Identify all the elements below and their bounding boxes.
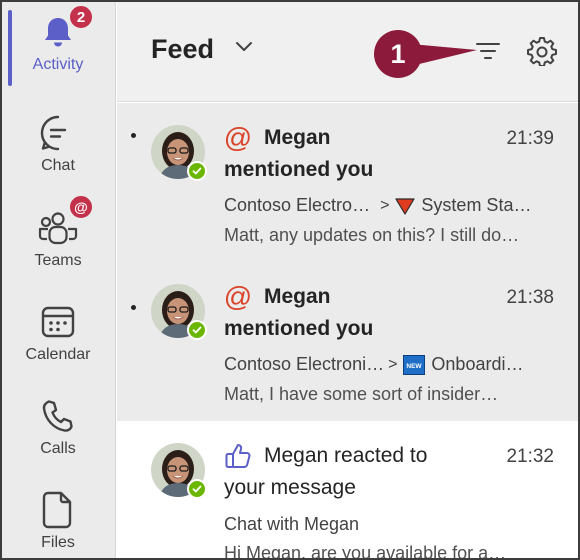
thumbs-up-icon — [223, 441, 253, 471]
breadcrumb-separator: > — [388, 355, 398, 373]
chat-icon — [36, 111, 80, 155]
phone-icon — [36, 394, 80, 438]
gear-icon — [527, 37, 557, 66]
feed-item[interactable]: @ Megan mentioned you 21:38 Contoso Elec… — [117, 262, 578, 421]
notification-actor: Megan — [264, 126, 331, 149]
message-preview: Matt, any updates on this? I still do… — [224, 225, 520, 245]
calendar-icon — [36, 300, 80, 344]
breadcrumb-separator: > — [380, 196, 390, 214]
presence-available-icon — [187, 161, 207, 181]
feed-item[interactable]: @ Megan mentioned you 21:39 Contoso Elec… — [117, 103, 578, 262]
rail-label-calendar: Calendar — [25, 346, 91, 363]
teams-window: 2 Activity Chat @ Teams Calendar Calls F… — [0, 0, 580, 560]
chevron-down-icon[interactable] — [235, 40, 253, 58]
team-name: Contoso Electroni… — [224, 354, 385, 374]
rail-label-activity: Activity — [32, 56, 84, 73]
chat-name: Chat with Megan — [224, 514, 360, 534]
red-triangle-icon — [395, 197, 416, 215]
filter-icon — [476, 43, 500, 59]
new-badge-icon: NEW — [403, 354, 426, 375]
filter-button[interactable] — [473, 36, 503, 66]
feed-title[interactable]: Feed — [151, 34, 214, 65]
notification-action: mentioned you — [224, 158, 374, 181]
rail-item-calls[interactable]: Calls — [2, 386, 114, 478]
mention-icon: @ — [223, 122, 253, 153]
team-name: Contoso Electro… — [224, 195, 371, 215]
rail-label-files: Files — [41, 534, 75, 551]
rail-label-teams: Teams — [34, 252, 82, 269]
notification-action: your message — [224, 476, 356, 499]
mention-icon: @ — [223, 281, 253, 312]
message-preview: Matt, I have some sort of insider… — [224, 384, 499, 404]
notification-location: Contoso Electroni… > NEW Onboardi… — [224, 354, 559, 375]
unread-dot — [131, 133, 136, 138]
step-callout: 1 — [374, 30, 422, 78]
notification-time: 21:38 — [506, 287, 554, 308]
notification-actor: Megan reacted to — [264, 444, 428, 467]
notification-time: 21:39 — [506, 128, 554, 149]
notification-time: 21:32 — [506, 446, 554, 467]
notification-actor: Megan — [264, 285, 331, 308]
presence-available-icon — [187, 320, 207, 340]
new-badge-text: NEW — [407, 363, 423, 370]
rail-item-calendar[interactable]: Calendar — [2, 292, 114, 384]
feed-item[interactable]: Megan reacted to your message 21:32 Chat… — [117, 421, 578, 560]
teams-icon: @ — [36, 194, 94, 250]
message-preview: Hi Megan, are you available for a… — [224, 543, 507, 560]
rail-label-chat: Chat — [41, 157, 75, 174]
notification-action: mentioned you — [224, 317, 374, 340]
notification-location: Chat with Megan — [224, 514, 559, 535]
rail-label-calls: Calls — [40, 440, 76, 457]
settings-button[interactable] — [525, 34, 559, 68]
channel-name: System Sta… — [421, 195, 532, 215]
active-indicator — [8, 10, 12, 86]
rail-item-files[interactable]: Files — [2, 480, 114, 558]
bell-icon: 2 — [36, 4, 94, 54]
channel-name: Onboardi… — [431, 354, 524, 374]
teams-mention-badge: @ — [68, 194, 94, 220]
feed-header: Feed 1 — [117, 2, 578, 102]
presence-available-icon — [187, 479, 207, 499]
rail-item-activity[interactable]: 2 Activity — [2, 2, 114, 94]
activity-badge: 2 — [68, 4, 94, 30]
unread-dot — [131, 305, 136, 310]
rail-item-chat[interactable]: Chat — [2, 103, 114, 195]
rail-item-teams[interactable]: @ Teams — [2, 194, 114, 290]
app-rail: 2 Activity Chat @ Teams Calendar Calls F… — [2, 2, 116, 558]
file-icon — [36, 488, 80, 532]
notification-location: Contoso Electro… > System Sta… — [224, 195, 559, 216]
